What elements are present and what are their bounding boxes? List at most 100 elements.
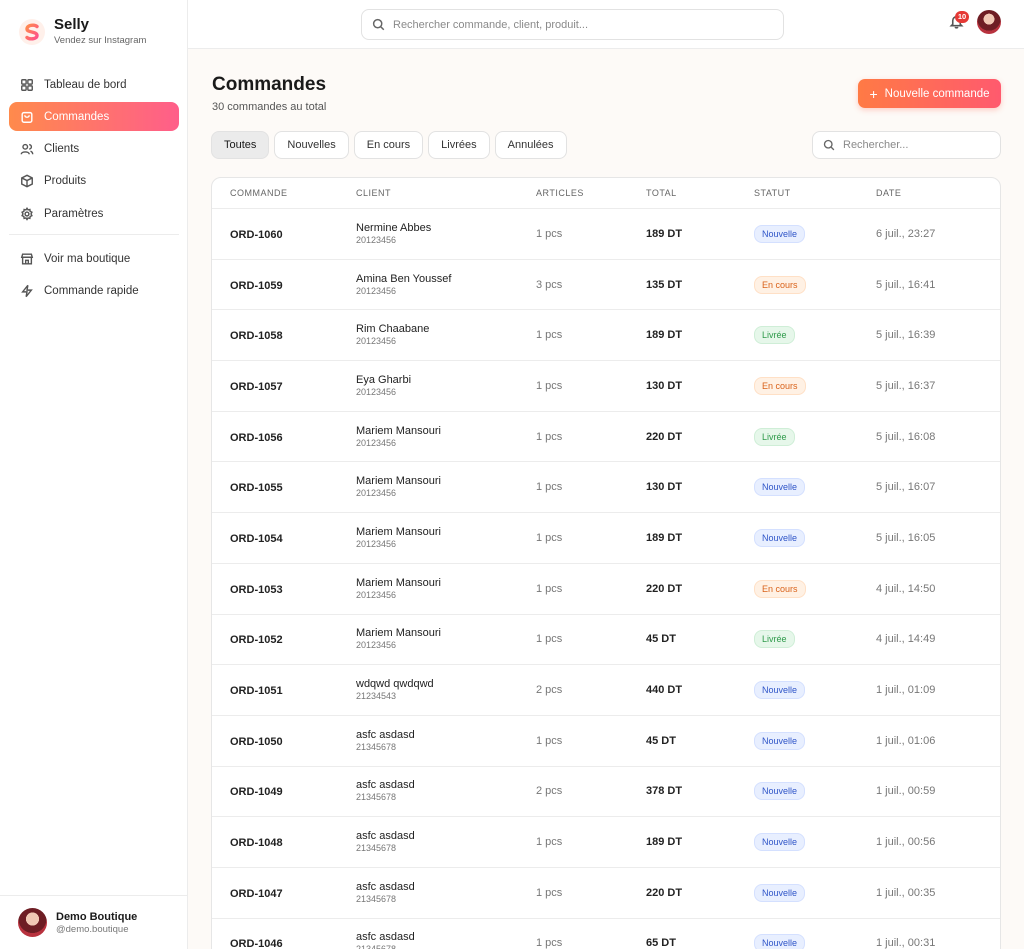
client-cell: Nermine Abbes 20123456 bbox=[356, 222, 536, 246]
table-row[interactable]: ORD-1053 Mariem Mansouri 20123456 1 pcs 220 … bbox=[212, 564, 1000, 615]
order-id: ORD-1054 bbox=[230, 532, 283, 545]
status-badge: Nouvelle bbox=[754, 782, 806, 801]
order-id-cell: ORD-1053 bbox=[212, 582, 356, 596]
global-search-input[interactable] bbox=[393, 18, 773, 31]
articles-count: 1 pcs bbox=[536, 329, 563, 342]
status-badge: Nouvelle bbox=[754, 224, 806, 243]
col-header-articles[interactable]: ARTICLES bbox=[536, 188, 646, 198]
order-total: 189 DT bbox=[646, 836, 683, 849]
avatar bbox=[18, 908, 47, 937]
table-row[interactable]: ORD-1049 asfc asdasd 21345678 2 pcs 378 DT No… bbox=[212, 767, 1000, 818]
status-tabs: Toutes Nouvelles En cours Livrées Annulé… bbox=[211, 131, 572, 159]
table-row[interactable]: ORD-1052 Mariem Mansouri 20123456 1 pcs 45 D… bbox=[212, 615, 1000, 666]
user-handle: @demo.boutique bbox=[56, 923, 129, 935]
articles-count: 2 pcs bbox=[536, 785, 563, 798]
sidebar-item-dashboard[interactable]: Tableau de bord bbox=[9, 70, 179, 99]
order-total: 220 DT bbox=[646, 886, 683, 899]
sidebar-item-view-store[interactable]: Voir ma boutique bbox=[9, 244, 179, 273]
order-date: 5 juil., 16:05 bbox=[876, 531, 936, 544]
order-id: ORD-1053 bbox=[230, 583, 283, 596]
col-header-total[interactable]: TOTAL bbox=[646, 188, 754, 198]
col-header-order[interactable]: COMMANDE bbox=[212, 188, 356, 198]
client-name: asfc asdasd bbox=[356, 880, 415, 893]
order-id: ORD-1052 bbox=[230, 634, 283, 647]
tab-in-progress[interactable]: En cours bbox=[353, 131, 424, 159]
client-phone: 21345678 bbox=[356, 944, 536, 949]
sidebar-item-quick-order[interactable]: Commande rapide bbox=[9, 276, 179, 305]
col-header-status[interactable]: STATUT bbox=[754, 188, 876, 198]
order-id: ORD-1055 bbox=[230, 482, 283, 495]
tab-delivered[interactable]: Livrées bbox=[428, 131, 490, 159]
selly-logo-icon bbox=[19, 18, 45, 45]
table-header: COMMANDE CLIENT ARTICLES TOTAL STATUT DA… bbox=[212, 178, 1000, 209]
table-row[interactable]: ORD-1060 Nermine Abbes 20123456 1 pcs 189 DT… bbox=[212, 209, 1000, 260]
tab-new[interactable]: Nouvelles bbox=[274, 131, 349, 159]
sidebar-item-settings[interactable]: Paramètres bbox=[9, 199, 179, 228]
global-search[interactable] bbox=[361, 9, 784, 40]
client-name: Mariem Mansouri bbox=[356, 424, 441, 437]
col-header-date[interactable]: DATE bbox=[876, 188, 996, 198]
table-row[interactable]: ORD-1057 Eya Gharbi 20123456 1 pcs 130 DT En … bbox=[212, 361, 1000, 412]
top-avatar[interactable] bbox=[977, 10, 1001, 34]
table-row[interactable]: ORD-1046 asfc asdasd213456781 pcs 65 DT Nou… bbox=[212, 919, 1000, 949]
client-name: asfc asdasd bbox=[356, 830, 415, 843]
client-phone: 21345678 bbox=[356, 843, 397, 854]
table-row[interactable]: ORD-1056 Mariem Mansouri 20123456 1 pcs 220 … bbox=[212, 412, 1000, 463]
articles-count: 1 pcs bbox=[536, 227, 563, 240]
sidebar-item-label: Voir ma boutique bbox=[44, 252, 131, 265]
tab-all[interactable]: Toutes bbox=[211, 131, 270, 159]
status-badge: Nouvelle bbox=[754, 478, 806, 497]
client-name: Mariem Mansouri bbox=[356, 475, 441, 488]
table-row[interactable]: ORD-1051 wdqwd qwdqwd 21234543 2 pcs 440 DT N… bbox=[212, 665, 1000, 716]
store-icon bbox=[20, 253, 34, 265]
table-row[interactable]: ORD-1050 asfc asdasd 21345678 1 pcs 45 DT Nou… bbox=[212, 716, 1000, 767]
brand[interactable]: Selly Vendez sur Instagram bbox=[18, 16, 146, 47]
new-order-button[interactable]: + Nouvelle commande bbox=[858, 79, 1001, 108]
client-cell: Mariem Mansouri 20123456 bbox=[356, 475, 536, 499]
page-title: Commandes bbox=[212, 74, 327, 95]
articles-count: 1 pcs bbox=[536, 734, 563, 747]
order-date: 4 juil., 14:50 bbox=[876, 582, 936, 595]
plus-icon: + bbox=[869, 85, 878, 102]
order-date: 4 juil., 14:49 bbox=[876, 633, 936, 646]
client-phone: 20123456 bbox=[356, 589, 397, 600]
client-cell: asfc asdasd21345678 bbox=[356, 830, 536, 854]
client-name: asfc asdasd bbox=[356, 931, 415, 944]
client-name: Nermine Abbes bbox=[356, 221, 432, 234]
notifications-button[interactable]: 10 bbox=[949, 11, 969, 32]
sidebar-item-orders[interactable]: Commandes bbox=[9, 102, 179, 132]
user-profile[interactable]: Demo Boutique @demo.boutique bbox=[0, 895, 187, 949]
order-id: ORD-1051 bbox=[230, 685, 283, 698]
client-cell: asfc asdasd21345678 bbox=[356, 779, 536, 803]
status-badge: En cours bbox=[754, 579, 806, 598]
search-icon bbox=[372, 18, 385, 31]
client-phone: 21345678 bbox=[356, 741, 397, 752]
orders-table: COMMANDE CLIENT ARTICLES TOTAL STATUT DA… bbox=[211, 177, 1001, 949]
client-phone: 20123456 bbox=[356, 285, 397, 296]
sidebar-item-clients[interactable]: Clients bbox=[9, 135, 179, 164]
col-header-client[interactable]: CLIENT bbox=[356, 188, 536, 198]
table-row[interactable]: ORD-1047 asfc asdasd 21345678 1 pcs 220 DT No… bbox=[212, 868, 1000, 919]
tab-cancelled[interactable]: Annulées bbox=[494, 131, 567, 159]
order-total: 135 DT bbox=[646, 278, 683, 291]
client-phone: 21345678 bbox=[356, 893, 397, 904]
orders-search-input[interactable] bbox=[843, 139, 993, 151]
table-row[interactable]: ORD-1055 Mariem Mansouri 20123456 1 pcs 130 … bbox=[212, 462, 1000, 514]
box-icon bbox=[21, 174, 33, 188]
table-row[interactable]: ORD-1059 Amina Ben Youssef 20123456 3 pcs 13… bbox=[212, 260, 1000, 311]
sidebar-item-products[interactable]: Produits bbox=[9, 167, 179, 196]
status-cell: Nouvelle bbox=[754, 528, 876, 547]
client-phone: 21234543 bbox=[356, 691, 397, 702]
orders-search[interactable] bbox=[812, 131, 1001, 159]
order-id-cell: ORD-1046 bbox=[212, 936, 356, 949]
order-date: 5 juil., 16:07 bbox=[876, 481, 936, 494]
order-date: 1 juil., 00:31 bbox=[876, 937, 936, 949]
status-cell: Livrée bbox=[754, 326, 876, 345]
table-row[interactable]: ORD-1058 Rim Chaabane 20123456 1 pcs 189 DT L… bbox=[212, 310, 1000, 362]
order-id: ORD-1047 bbox=[230, 887, 283, 900]
users-icon bbox=[20, 143, 34, 155]
table-row[interactable]: ORD-1054 Mariem Mansouri 20123456 1 pcs 189 … bbox=[212, 513, 1000, 564]
order-id-cell: ORD-1058 bbox=[212, 328, 356, 342]
table-row[interactable]: ORD-1048 asfc asdasd 21345678 1 pcs 189 DT No… bbox=[212, 817, 1000, 868]
order-id: ORD-1059 bbox=[230, 279, 283, 292]
